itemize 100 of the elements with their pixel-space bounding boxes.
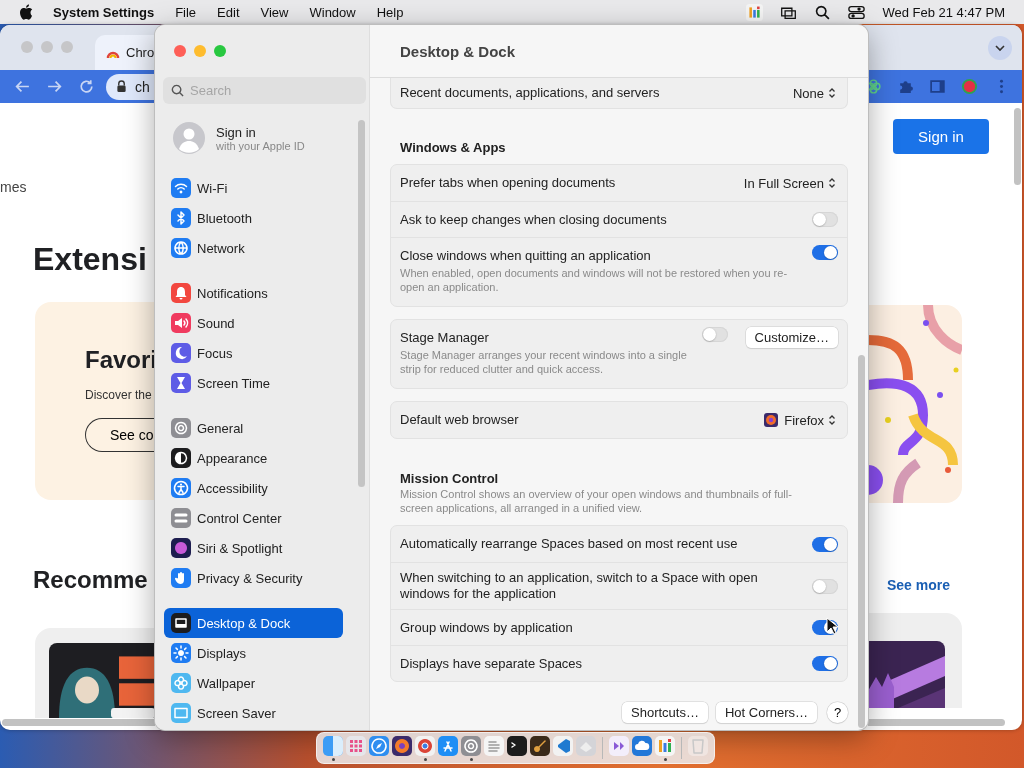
- menu-item[interactable]: Edit: [217, 4, 240, 20]
- setting-label: Group windows by application: [400, 619, 574, 636]
- dock-icon: [171, 613, 191, 633]
- puzzle-icon[interactable]: [897, 78, 914, 95]
- forward-icon[interactable]: [46, 78, 63, 95]
- toggle-switch[interactable]: [812, 536, 838, 552]
- side-panel-icon[interactable]: [929, 78, 946, 95]
- sign-in-button[interactable]: Sign in: [893, 119, 989, 154]
- window-title: Desktop & Dock: [400, 42, 516, 60]
- sidebar-item[interactable]: Screen Time: [164, 368, 343, 398]
- sidebar-item[interactable]: Displays: [164, 638, 343, 668]
- menu-item[interactable]: Window: [309, 4, 356, 20]
- toggle-switch[interactable]: [701, 327, 728, 342]
- scrollbar[interactable]: [868, 719, 1005, 726]
- popup-button[interactable]: None: [790, 85, 838, 101]
- screen-icon: [171, 703, 191, 723]
- chevron-down-icon: [994, 42, 1006, 54]
- contrast-icon: [171, 448, 191, 468]
- setting-label: Automatically rearrange Spaces based on most recent use: [400, 536, 739, 552]
- tab-search-button[interactable]: [988, 36, 1012, 60]
- pointer-cursor: [826, 617, 838, 635]
- account-row[interactable]: Sign in with your Apple ID: [164, 119, 349, 157]
- sidebar-item[interactable]: Appearance: [164, 443, 343, 473]
- scrollbar[interactable]: [858, 355, 865, 728]
- nav-link[interactable]: mes: [0, 179, 27, 195]
- sidebar-item[interactable]: General: [164, 413, 343, 443]
- sidebar-item[interactable]: Wi-Fi: [164, 173, 343, 203]
- setting-label: When switching to an application, switch to a Space with open windows for the application: [400, 570, 759, 602]
- bell-icon: [171, 283, 191, 303]
- extension-card[interactable]: [868, 613, 962, 708]
- sidebar-item[interactable]: Wallpaper: [164, 668, 343, 698]
- profile-icon[interactable]: [961, 78, 978, 95]
- scrollbar[interactable]: [358, 120, 365, 487]
- customize-button[interactable]: Customize…: [745, 327, 838, 348]
- sidebar-item[interactable]: Network: [164, 233, 343, 263]
- gear-icon[interactable]: [461, 736, 481, 756]
- address-bar[interactable]: ch: [106, 73, 155, 100]
- split-square-icon[interactable]: [323, 736, 343, 756]
- sidebar-item[interactable]: Sound: [164, 308, 343, 338]
- sidebar-item[interactable]: Privacy & Security: [164, 563, 343, 593]
- lock-icon: [116, 80, 127, 93]
- circle-icon: [764, 413, 779, 427]
- help-button[interactable]: ?: [827, 702, 848, 723]
- sidebar-item[interactable]: Focus: [164, 338, 343, 368]
- clock[interactable]: Wed Feb 21 4:47 PM: [882, 4, 1005, 20]
- accessibility-icon: [171, 478, 191, 498]
- hand-icon: [171, 568, 191, 588]
- menu-item[interactable]: View: [260, 4, 289, 20]
- code-icon[interactable]: [553, 736, 573, 756]
- push-button[interactable]: Shortcuts…: [622, 702, 708, 723]
- terminal-icon[interactable]: [507, 736, 527, 756]
- globe-icon: [171, 238, 191, 258]
- ring-icon[interactable]: [415, 736, 435, 756]
- section-heading: Windows & Apps: [400, 140, 507, 155]
- setting-label: Ask to keep changes when closing documents: [400, 211, 668, 228]
- zoom-button[interactable]: [214, 45, 226, 57]
- setting-label: Displays have separate Spaces: [400, 655, 584, 672]
- menu-item[interactable]: File: [175, 4, 197, 20]
- apple-icon[interactable]: [19, 4, 33, 20]
- search-field[interactable]: Search: [163, 77, 366, 104]
- circle-icon[interactable]: [392, 736, 412, 756]
- guitar-icon[interactable]: [530, 736, 550, 756]
- popup-button[interactable]: Firefox: [762, 412, 838, 428]
- chevron-updown-icon: [828, 177, 836, 189]
- cloud-icon[interactable]: [632, 736, 652, 756]
- bars-icon[interactable]: [655, 736, 675, 756]
- sidebar-item[interactable]: Control Center: [164, 503, 343, 533]
- toggle-switch[interactable]: [812, 656, 838, 671]
- extension-card[interactable]: [35, 628, 155, 718]
- scrollbar[interactable]: [1014, 108, 1021, 185]
- chevron-updown-icon: [828, 414, 836, 426]
- browser-tab[interactable]: Chro: [95, 35, 155, 70]
- sidebar-item[interactable]: Siri & Spotlight: [164, 533, 343, 563]
- toggle-switch[interactable]: [812, 245, 838, 260]
- sidebar-item[interactable]: Bluetooth: [164, 203, 343, 233]
- toggle-switch[interactable]: [812, 578, 838, 594]
- search-icon[interactable]: [814, 3, 832, 21]
- reload-icon[interactable]: [78, 78, 95, 95]
- push-button[interactable]: Hot Corners…: [715, 702, 817, 723]
- grid-icon[interactable]: [346, 736, 366, 756]
- close-button[interactable]: [174, 45, 186, 57]
- sidebar-item[interactable]: Notifications: [164, 278, 343, 308]
- page-heading: Extensi: [33, 241, 147, 278]
- sidebar-item[interactable]: Screen Saver: [164, 698, 343, 728]
- menu-item[interactable]: Help: [376, 4, 404, 20]
- back-icon[interactable]: [14, 78, 31, 95]
- gear-icon: [171, 418, 191, 438]
- scrollbar[interactable]: [2, 719, 155, 726]
- app-menu[interactable]: System Settings: [53, 4, 155, 20]
- section-heading: Recomme: [33, 566, 148, 594]
- speaker-icon: [171, 313, 191, 333]
- toggle-switch[interactable]: [812, 212, 838, 227]
- bars-icon[interactable]: [746, 3, 764, 21]
- switches-icon[interactable]: [848, 3, 866, 21]
- setting-label: Recent documents, applications, and servers: [400, 85, 661, 101]
- see-more-link[interactable]: See more: [887, 577, 951, 593]
- popup-button[interactable]: In Full Screen: [741, 175, 838, 191]
- moon-icon: [171, 343, 191, 363]
- sidebar-item[interactable]: Desktop & Dock: [164, 608, 343, 638]
- sidebar-item[interactable]: Accessibility: [164, 473, 343, 503]
